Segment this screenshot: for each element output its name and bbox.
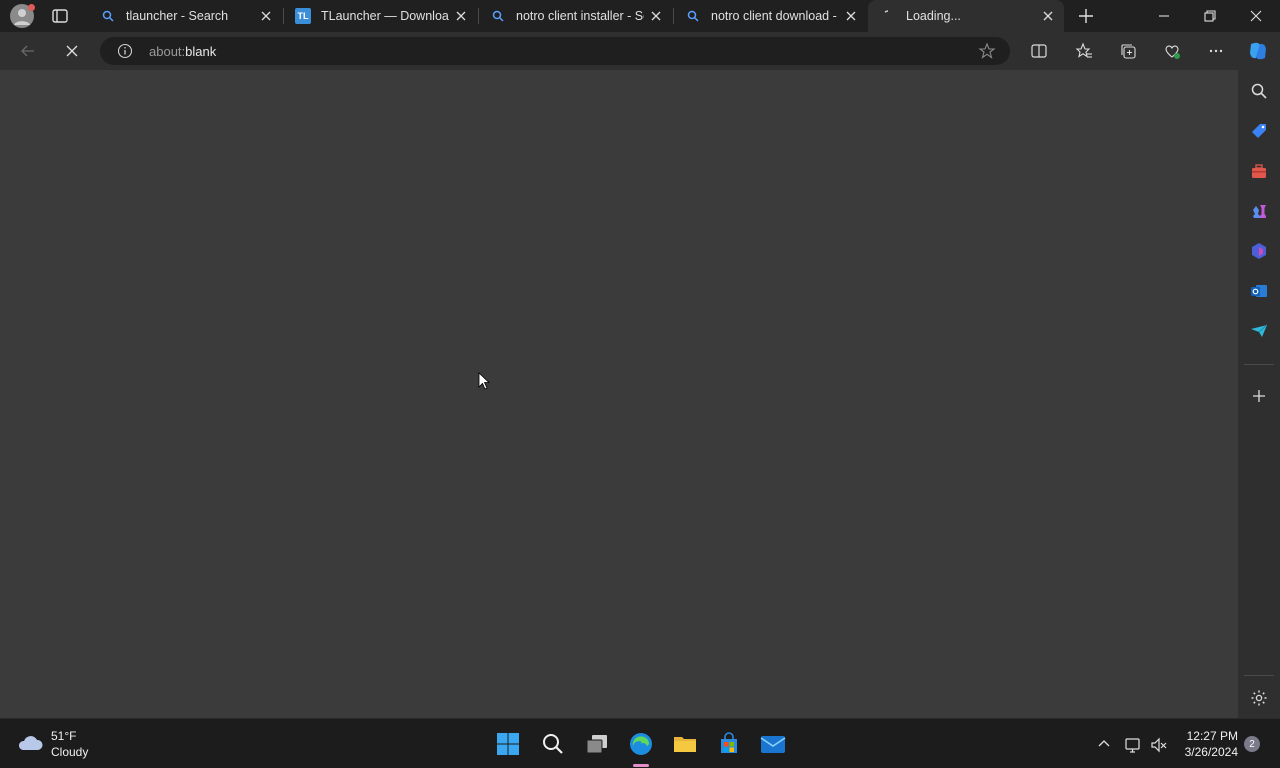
- tab-3[interactable]: notro client installer - Se: [478, 0, 672, 32]
- start-windows-icon[interactable]: [492, 728, 524, 760]
- tab-title: TLauncher — Download: [321, 9, 449, 23]
- stop-loading-button[interactable]: [58, 37, 86, 65]
- search-icon: [490, 8, 506, 24]
- close-icon[interactable]: [843, 8, 859, 24]
- games-chess-icon[interactable]: [1247, 199, 1271, 223]
- volume-muted-icon[interactable]: [1150, 736, 1168, 754]
- url-scheme: about:: [149, 44, 186, 59]
- address-bar[interactable]: about:blank: [100, 37, 1010, 65]
- sidebar-settings-gear-icon[interactable]: [1247, 686, 1271, 710]
- tab-title: notro client installer - Se: [516, 9, 644, 23]
- loading-icon: [880, 8, 896, 24]
- tl-logo-icon: TL: [295, 8, 311, 24]
- back-button[interactable]: [14, 37, 42, 65]
- close-icon[interactable]: [648, 8, 664, 24]
- weather-temp[interactable]: 51°F: [51, 729, 76, 743]
- window-close-icon[interactable]: [1248, 8, 1264, 24]
- show-hidden-icons-chevron-icon[interactable]: [1096, 736, 1112, 752]
- search-icon: [685, 8, 701, 24]
- file-explorer-icon[interactable]: [669, 728, 701, 760]
- tab-actions-icon[interactable]: [50, 6, 70, 26]
- new-tab-icon[interactable]: [1076, 6, 1096, 26]
- close-icon[interactable]: [453, 8, 469, 24]
- microsoft-365-icon[interactable]: [1247, 239, 1271, 263]
- taskbar-search-icon[interactable]: [537, 728, 569, 760]
- network-icon[interactable]: [1124, 736, 1142, 754]
- mail-icon[interactable]: [757, 728, 789, 760]
- page-content-blank[interactable]: [0, 70, 1238, 718]
- drop-send-icon[interactable]: [1247, 319, 1271, 343]
- weather-condition[interactable]: Cloudy: [51, 745, 88, 759]
- browser-toolbar: about:blank: [0, 32, 1280, 70]
- microsoft-store-icon[interactable]: [713, 728, 745, 760]
- clock-time[interactable]: 12:27 PM: [1168, 729, 1238, 743]
- edge-browser-icon[interactable]: [625, 728, 657, 760]
- close-icon[interactable]: [258, 8, 274, 24]
- copilot-icon[interactable]: [1244, 37, 1272, 65]
- active-app-indicator: [633, 764, 649, 767]
- task-view-icon[interactable]: [581, 728, 613, 760]
- more-options-icon[interactable]: [1202, 37, 1230, 65]
- tab-5-active[interactable]: Loading...: [868, 0, 1064, 32]
- minimize-icon[interactable]: [1156, 8, 1172, 24]
- tab-strip: tlauncher - Search TL TLauncher — Downlo…: [0, 0, 1280, 32]
- tab-title: notro client download -: [711, 9, 837, 23]
- url-rest: blank: [185, 44, 217, 59]
- add-sidebar-app-icon[interactable]: [1247, 384, 1271, 408]
- shopping-tag-icon[interactable]: [1247, 119, 1271, 143]
- favorites-icon[interactable]: [1070, 37, 1098, 65]
- collections-icon[interactable]: [1114, 37, 1142, 65]
- outlook-icon[interactable]: [1247, 279, 1271, 303]
- tab-title: Loading...: [906, 9, 961, 23]
- tools-toolbox-icon[interactable]: [1247, 159, 1271, 183]
- tab-1[interactable]: tlauncher - Search: [88, 0, 282, 32]
- favorite-star-icon[interactable]: [978, 42, 996, 60]
- tab-4[interactable]: notro client download -: [673, 0, 867, 32]
- split-screen-icon[interactable]: [1025, 37, 1053, 65]
- cloudy-weather-icon[interactable]: [16, 731, 44, 755]
- mouse-cursor-icon: [478, 372, 491, 395]
- sidebar-divider: [1244, 675, 1274, 676]
- tab-2[interactable]: TL TLauncher — Download: [283, 0, 477, 32]
- browser-essentials-icon[interactable]: [1158, 37, 1186, 65]
- search-icon: [100, 8, 116, 24]
- close-icon[interactable]: [1040, 8, 1056, 24]
- search-icon[interactable]: [1247, 79, 1271, 103]
- edge-sidebar: [1238, 70, 1280, 718]
- windows-taskbar: 51°F Cloudy 12:27 PM 3/26/2024 2: [0, 718, 1280, 768]
- tab-title: tlauncher - Search: [126, 9, 229, 23]
- url-text[interactable]: about:blank: [149, 44, 216, 59]
- clock-date[interactable]: 3/26/2024: [1168, 745, 1238, 759]
- sidebar-divider: [1244, 364, 1274, 365]
- notification-badge[interactable]: 2: [1244, 736, 1260, 752]
- info-icon[interactable]: [117, 43, 133, 59]
- profile-alert-dot: [28, 4, 35, 11]
- restore-icon[interactable]: [1202, 8, 1218, 24]
